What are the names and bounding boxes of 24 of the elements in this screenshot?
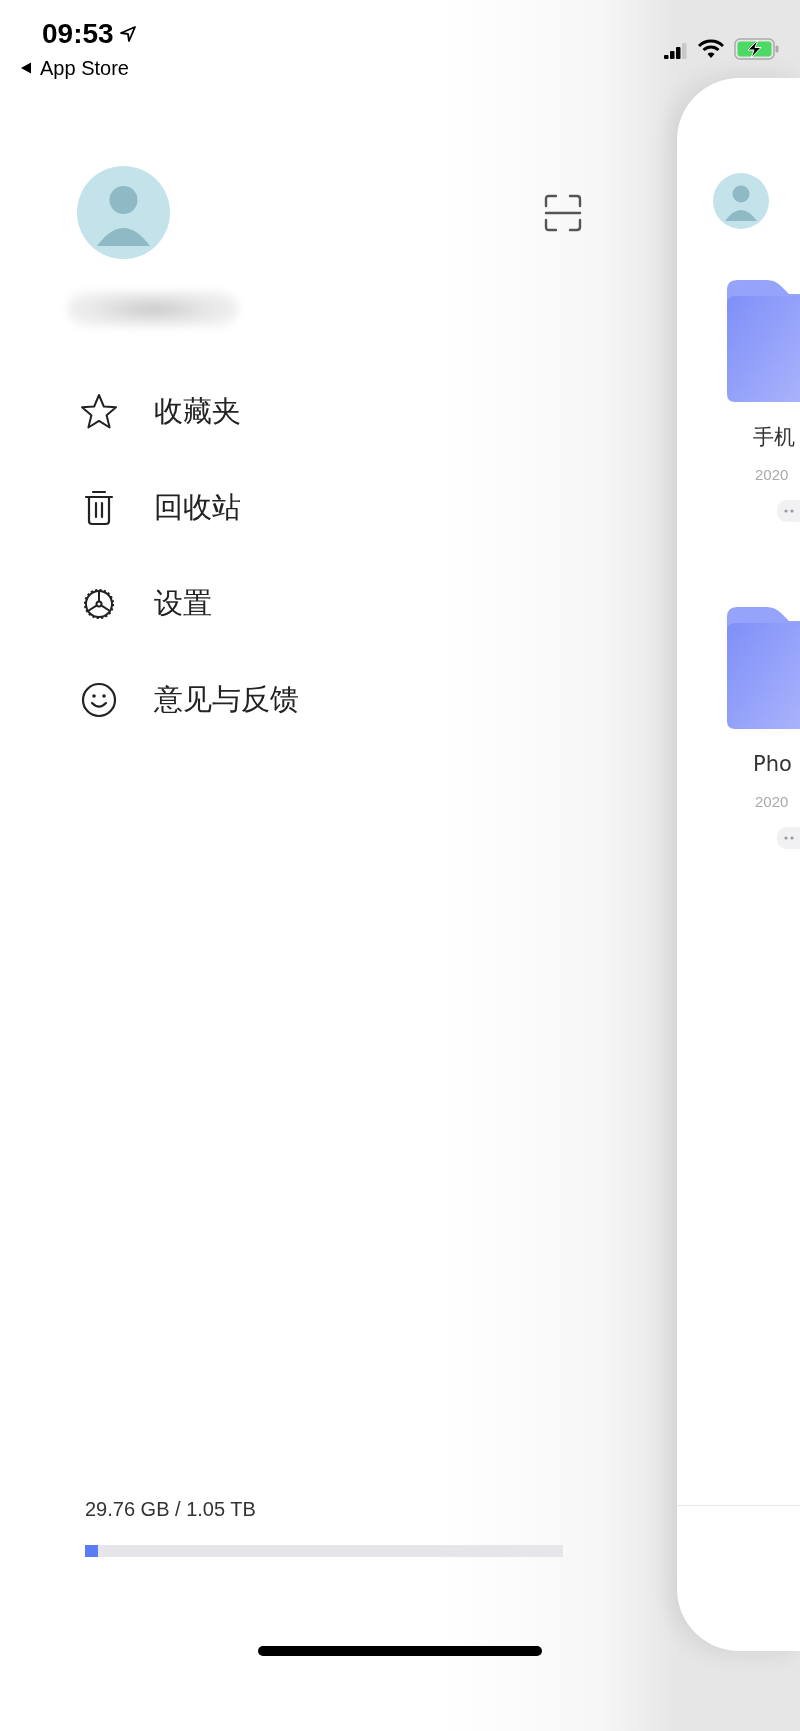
file-name: Pho [753, 751, 792, 777]
folder-icon[interactable] [727, 280, 800, 402]
clock-time: 09:53 [42, 18, 114, 50]
back-triangle-icon [20, 62, 32, 74]
battery-charging-icon [734, 38, 780, 60]
storage-usage: 29.76 GB / 1.05 TB [85, 1498, 256, 1521]
menu-item[interactable]: 回收站 [0, 489, 241, 527]
file-date: 2020 [755, 466, 789, 484]
smiley-icon [80, 681, 118, 719]
wifi-icon [698, 39, 724, 59]
more-icon[interactable] [777, 827, 800, 849]
back-link[interactable]: App Store [20, 56, 136, 80]
menu-item[interactable]: 收藏夹 [0, 393, 241, 431]
star-icon [80, 393, 118, 431]
location-arrow-icon [119, 26, 136, 42]
scan-icon[interactable] [544, 193, 582, 232]
file-date: 2020 [755, 793, 789, 811]
avatar[interactable] [77, 166, 170, 259]
menu-item[interactable]: 意见与反馈 [0, 681, 299, 719]
more-icon[interactable] [777, 500, 800, 522]
menu-item[interactable]: 设置 [0, 585, 212, 623]
folder-icon[interactable] [727, 607, 800, 729]
file-name: 手机 [753, 424, 795, 450]
avatar[interactable] [713, 173, 769, 229]
